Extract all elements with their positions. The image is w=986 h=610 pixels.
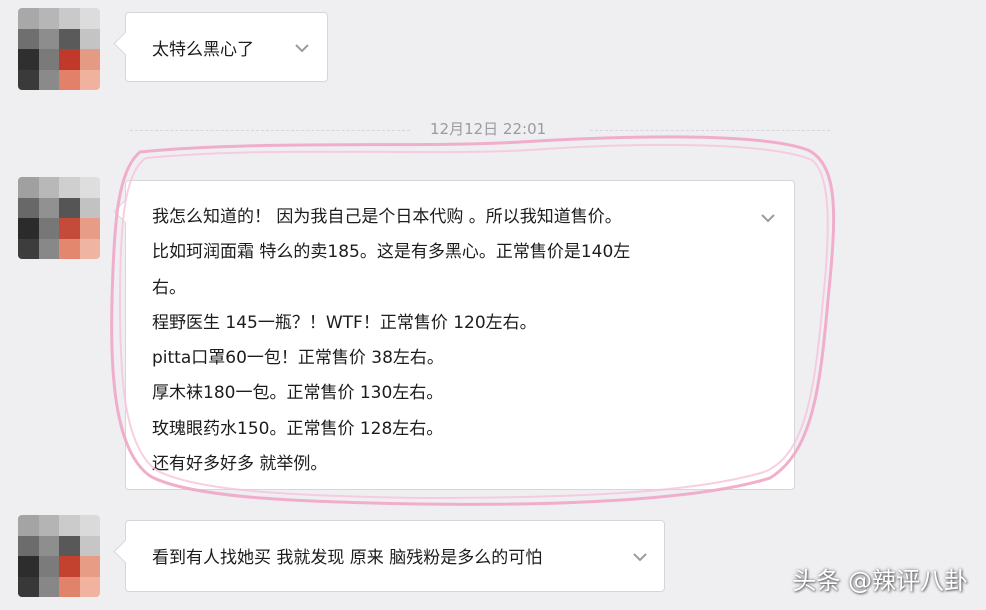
message-line: 我怎么知道的！ 因为我自己是个日本代购 。所以我知道售价。 bbox=[152, 207, 622, 227]
message-text: 我怎么知道的！ 因为我自己是个日本代购 。所以我知道售价。 比如珂润面霜 特么的… bbox=[152, 200, 630, 482]
message-line: 玫瑰眼药水150。正常售价 128左右。 bbox=[152, 418, 444, 439]
message-line: 程野医生 145一瓶？！WTF！正常售价 120左右。 bbox=[152, 312, 537, 333]
avatar[interactable] bbox=[18, 8, 100, 90]
message-line: 比如珂润面霜 特么的卖185。这是有多黑心。正常售价是140左 bbox=[152, 242, 631, 263]
chevron-down-icon[interactable] bbox=[760, 213, 776, 223]
message-bubble[interactable]: 太特么黑心了 bbox=[125, 12, 328, 82]
chevron-down-icon[interactable] bbox=[294, 43, 310, 53]
chevron-down-icon[interactable] bbox=[632, 552, 648, 562]
watermark: 头条 @辣评八卦 bbox=[792, 567, 968, 595]
avatar[interactable] bbox=[18, 177, 100, 259]
message-line: 还有好多好多 就举例。 bbox=[152, 454, 328, 475]
timestamp-divider: 12月12日 22:01 bbox=[130, 118, 830, 140]
message-timestamp: 12月12日 22:01 bbox=[430, 120, 547, 138]
message-line: 右。 bbox=[152, 277, 186, 298]
message-line: 厚木袜180一包。正常售价 130左右。 bbox=[152, 383, 444, 404]
message-bubble[interactable]: 看到有人找她买 我就发现 原来 脑残粉是多么的可怕 bbox=[125, 520, 665, 592]
message-text: 看到有人找她买 我就发现 原来 脑残粉是多么的可怕 bbox=[152, 548, 543, 568]
avatar[interactable] bbox=[18, 515, 100, 597]
message-line: pitta口罩60一包！正常售价 38左右。 bbox=[152, 348, 444, 369]
message-text: 太特么黑心了 bbox=[152, 40, 254, 60]
